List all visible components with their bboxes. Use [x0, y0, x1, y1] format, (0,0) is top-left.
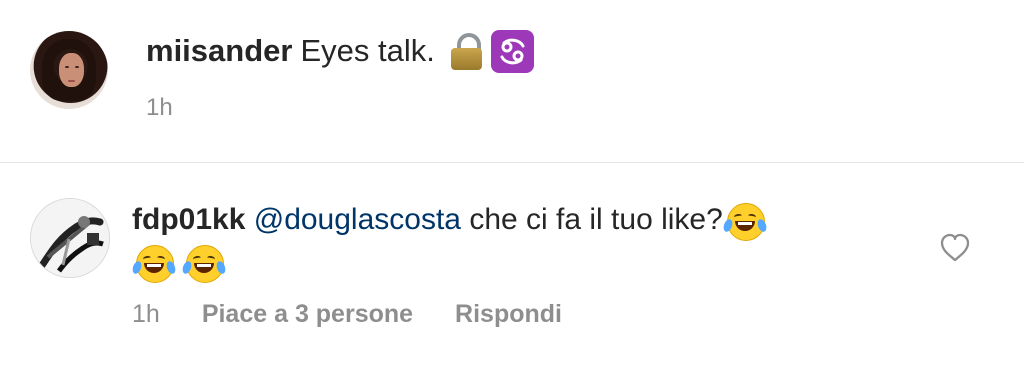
heart-icon[interactable]	[938, 233, 972, 263]
avatar-eye	[75, 66, 79, 68]
caption-user-avatar[interactable]	[30, 31, 108, 109]
avatar-lip	[68, 80, 75, 82]
avatar-eye	[65, 66, 69, 68]
comment-timestamp: 1h	[132, 300, 160, 328]
caption-username[interactable]: miisander	[146, 33, 292, 69]
face-with-tears-of-joy-icon	[721, 201, 768, 242]
cancer-zodiac-icon	[490, 29, 534, 73]
face-with-tears-of-joy-icon	[181, 243, 228, 284]
lock-icon	[449, 32, 483, 70]
comment-meta: 1h Piace a 3 persone Rispondi	[132, 300, 562, 329]
reply-button[interactable]: Rispondi	[455, 300, 562, 329]
caption-line: miisander Eyes talk.	[146, 29, 534, 73]
caption-text: Eyes talk.	[300, 33, 435, 68]
comment-body-text: che ci fa il tuo like?	[469, 203, 723, 236]
comment-text-block: fdp01kk @douglascosta che ci fa il tuo l…	[131, 199, 892, 284]
face-with-tears-of-joy-icon	[131, 243, 177, 284]
comment-username[interactable]: fdp01kk	[132, 203, 245, 236]
comment-user-avatar[interactable]	[30, 198, 110, 278]
comment-row: fdp01kk @douglascosta che ci fa il tuo l…	[0, 163, 1024, 378]
mention-link[interactable]: @douglascosta	[254, 203, 461, 236]
likes-count-link[interactable]: Piace a 3 persone	[202, 300, 413, 329]
caption-timestamp: 1h	[146, 94, 173, 121]
caption-comment: miisander Eyes talk. 1h	[0, 0, 1024, 162]
